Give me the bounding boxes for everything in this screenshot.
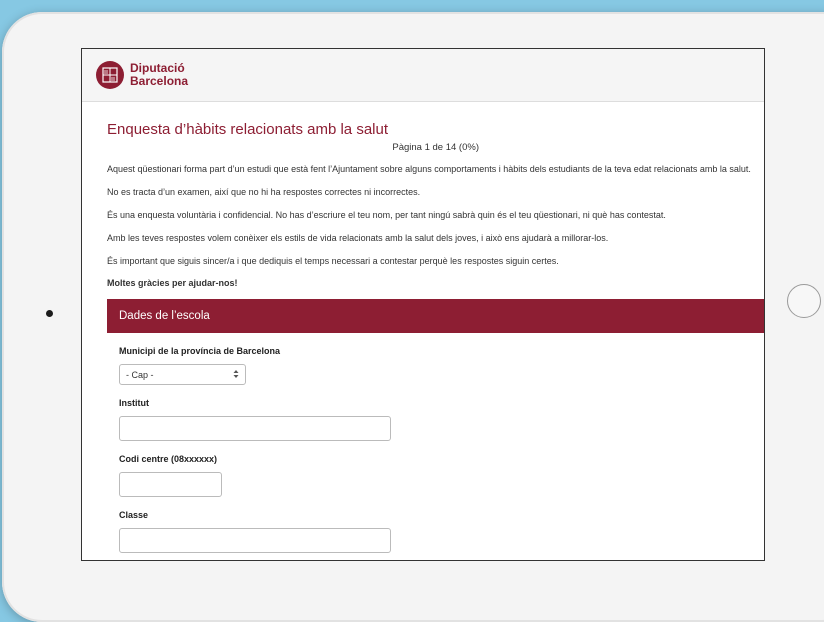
classe-label: Classe bbox=[119, 510, 149, 520]
thanks-text: Moltes gràcies per ajudar-nos! bbox=[107, 278, 238, 288]
page-indicator: Pàgina 1 de 14 (0%) bbox=[392, 142, 479, 153]
intro-paragraph-2: No es tracta d’un examen, així que no hi… bbox=[107, 187, 421, 197]
updown-chevron-icon bbox=[233, 369, 239, 381]
home-button[interactable] bbox=[787, 284, 821, 318]
codi-centre-input[interactable] bbox=[119, 472, 222, 497]
survey-title: Enquesta d’hàbits relacionats amb la sal… bbox=[107, 121, 389, 138]
intro-paragraph-3: És una enquesta voluntària i confidencia… bbox=[107, 210, 666, 220]
camera bbox=[46, 310, 53, 317]
municipi-select[interactable]: - Cap - bbox=[119, 364, 246, 385]
codi-centre-label: Codi centre (08xxxxxx) bbox=[119, 454, 218, 464]
section-header-school: Dades de l’escola bbox=[107, 299, 764, 333]
site-header: Diputació Barcelona bbox=[82, 49, 764, 102]
school-form: Municipi de la província de Barcelona - … bbox=[107, 346, 764, 553]
municipi-label: Municipi de la província de Barcelona bbox=[119, 346, 281, 356]
institut-label: Institut bbox=[119, 398, 149, 408]
survey-content: Enquesta d’hàbits relacionats amb la sal… bbox=[82, 121, 764, 553]
intro-paragraph-4: Amb les teves respostes volem conèixer e… bbox=[107, 233, 609, 243]
classe-input[interactable] bbox=[119, 528, 391, 553]
municipi-selected-value: - Cap - bbox=[126, 369, 154, 380]
logo-text[interactable]: Diputació Barcelona bbox=[130, 62, 188, 88]
diputacio-seal-icon bbox=[96, 61, 124, 89]
logo-line2: Barcelona bbox=[130, 74, 189, 88]
intro-paragraph-5: És important que siguis sincer/a i que d… bbox=[107, 256, 559, 266]
intro-paragraph-1: Aquest qüestionari forma part d’un estud… bbox=[107, 164, 751, 174]
institut-input[interactable] bbox=[119, 416, 391, 441]
screen: Diputació Barcelona Enquesta d’hàbits re… bbox=[81, 48, 765, 561]
